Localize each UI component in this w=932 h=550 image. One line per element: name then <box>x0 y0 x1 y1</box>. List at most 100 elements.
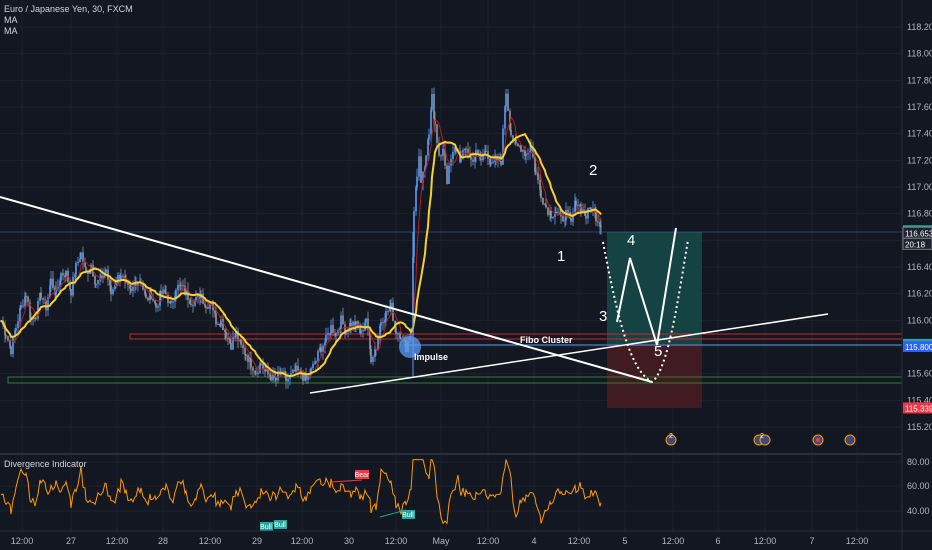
candle-body <box>207 307 209 309</box>
candle-body <box>324 342 326 346</box>
candle-body <box>564 220 566 222</box>
candle-body <box>510 129 512 136</box>
event-icon-2[interactable]: 2 <box>753 433 771 446</box>
time-tick-label: 7 <box>809 536 814 546</box>
candle-body <box>224 330 226 333</box>
candle-body <box>122 276 124 278</box>
candle-body <box>448 165 450 184</box>
candle-body <box>480 158 482 161</box>
candle-body <box>420 156 422 183</box>
candle-body <box>587 207 589 219</box>
event-icon-3[interactable] <box>812 434 824 446</box>
ma-legend-2[interactable]: MA <box>4 26 133 37</box>
event-icon-4[interactable] <box>844 434 856 446</box>
candle-body <box>52 278 54 289</box>
candle-body <box>75 262 77 275</box>
divergence-line <box>0 459 602 525</box>
candle-body <box>295 365 297 372</box>
price-tick-label: 116.200 <box>907 289 932 299</box>
candle-body <box>470 157 472 160</box>
candle-body <box>35 318 37 320</box>
indicator-tick-label: 80.00 <box>907 457 930 467</box>
bull-tag-1: Bull <box>260 522 273 531</box>
time-tick-label: 12:00 <box>477 536 500 546</box>
indicator-title[interactable]: Divergence Indicator <box>4 459 87 469</box>
candle-body <box>320 347 322 352</box>
candle-body <box>540 189 542 199</box>
candle-body <box>542 198 544 205</box>
price-tick-label: 117.200 <box>907 155 932 165</box>
candle-body <box>502 128 504 165</box>
candle-body <box>260 363 262 365</box>
candle-body <box>567 210 569 213</box>
indicator-tick-label: 40.00 <box>907 506 930 516</box>
time-tick-label: 12:00 <box>291 536 314 546</box>
candle-body <box>20 305 22 308</box>
time-tick-label: 12:00 <box>199 536 222 546</box>
candle-body <box>177 284 179 291</box>
svg-text:115.339: 115.339 <box>905 404 932 413</box>
candle-body <box>595 212 597 222</box>
candle-body <box>485 150 487 152</box>
candle-body <box>144 289 146 295</box>
candle-body <box>505 93 507 107</box>
candle-body <box>550 211 552 218</box>
ma-legend-1[interactable]: MA <box>4 15 133 26</box>
time-tick-label: 12:00 <box>662 536 685 546</box>
main-chart[interactable]: 1 2 3 4 5 Impulse Fibo Cluster 2 2 Bear … <box>0 0 932 550</box>
svg-text:Bull: Bull <box>402 512 414 519</box>
wave-2-label: 2 <box>589 162 597 179</box>
time-axis[interactable]: 12:00 27 12:00 28 12:00 29 12:00 30 12:00 May 12:0… <box>11 536 869 546</box>
candle-body <box>537 172 539 180</box>
candle-body <box>240 339 242 345</box>
candle-body <box>22 305 24 307</box>
ma-fast-line <box>0 116 602 378</box>
candle-body <box>195 296 197 300</box>
event-icon-1[interactable]: 2 <box>665 433 677 446</box>
wave-4-label: 4 <box>627 232 635 249</box>
candle-body <box>380 322 382 326</box>
price-tick-label: 117.600 <box>907 102 932 112</box>
ma-slow-line <box>0 133 602 378</box>
candle-body <box>82 252 84 263</box>
time-tick-label: 12:00 <box>568 536 591 546</box>
candle-body <box>65 270 67 278</box>
svg-text:20:18: 20:18 <box>905 240 926 249</box>
ascending-trendline <box>309 313 829 394</box>
candle-body <box>474 156 476 162</box>
candle-body <box>317 350 319 361</box>
price-tick-label: 118.200 <box>907 22 932 32</box>
time-tick-label: 30 <box>344 536 354 546</box>
candle-body <box>5 335 7 337</box>
candle-body <box>442 148 444 157</box>
candle-body <box>527 153 529 155</box>
candle-body <box>522 150 524 152</box>
candle-body <box>428 134 430 140</box>
indicator-axis[interactable]: 80.00 60.00 40.00 <box>907 457 930 516</box>
candle-body <box>374 349 376 357</box>
candle-body <box>557 211 559 213</box>
candle-body <box>229 338 231 344</box>
candle-body <box>534 156 536 172</box>
candle-body <box>450 159 452 166</box>
symbol-title[interactable]: Euro / Japanese Yen, 30, FXCM <box>4 4 133 15</box>
candle-body <box>322 345 324 352</box>
candle-body <box>535 171 537 173</box>
price-axis[interactable]: 118.200 118.000 117.800 117.600 117.400 117.2… <box>902 22 932 432</box>
candle-body <box>84 262 86 267</box>
candle-body <box>129 285 131 289</box>
candle-body <box>402 336 404 338</box>
candle-body <box>372 356 374 363</box>
candle-body <box>105 269 107 273</box>
candle-body <box>175 290 177 297</box>
bull-tag-2: Bull <box>274 520 287 529</box>
price-tick-label: 117.400 <box>907 129 932 139</box>
candle-body <box>399 333 401 339</box>
candle-body <box>25 296 27 298</box>
candle-body <box>385 311 387 320</box>
candle-body <box>552 216 554 218</box>
candle-body <box>9 340 11 347</box>
candle-body <box>312 363 314 369</box>
svg-text:Bull: Bull <box>260 524 272 531</box>
candle-body <box>165 292 167 294</box>
